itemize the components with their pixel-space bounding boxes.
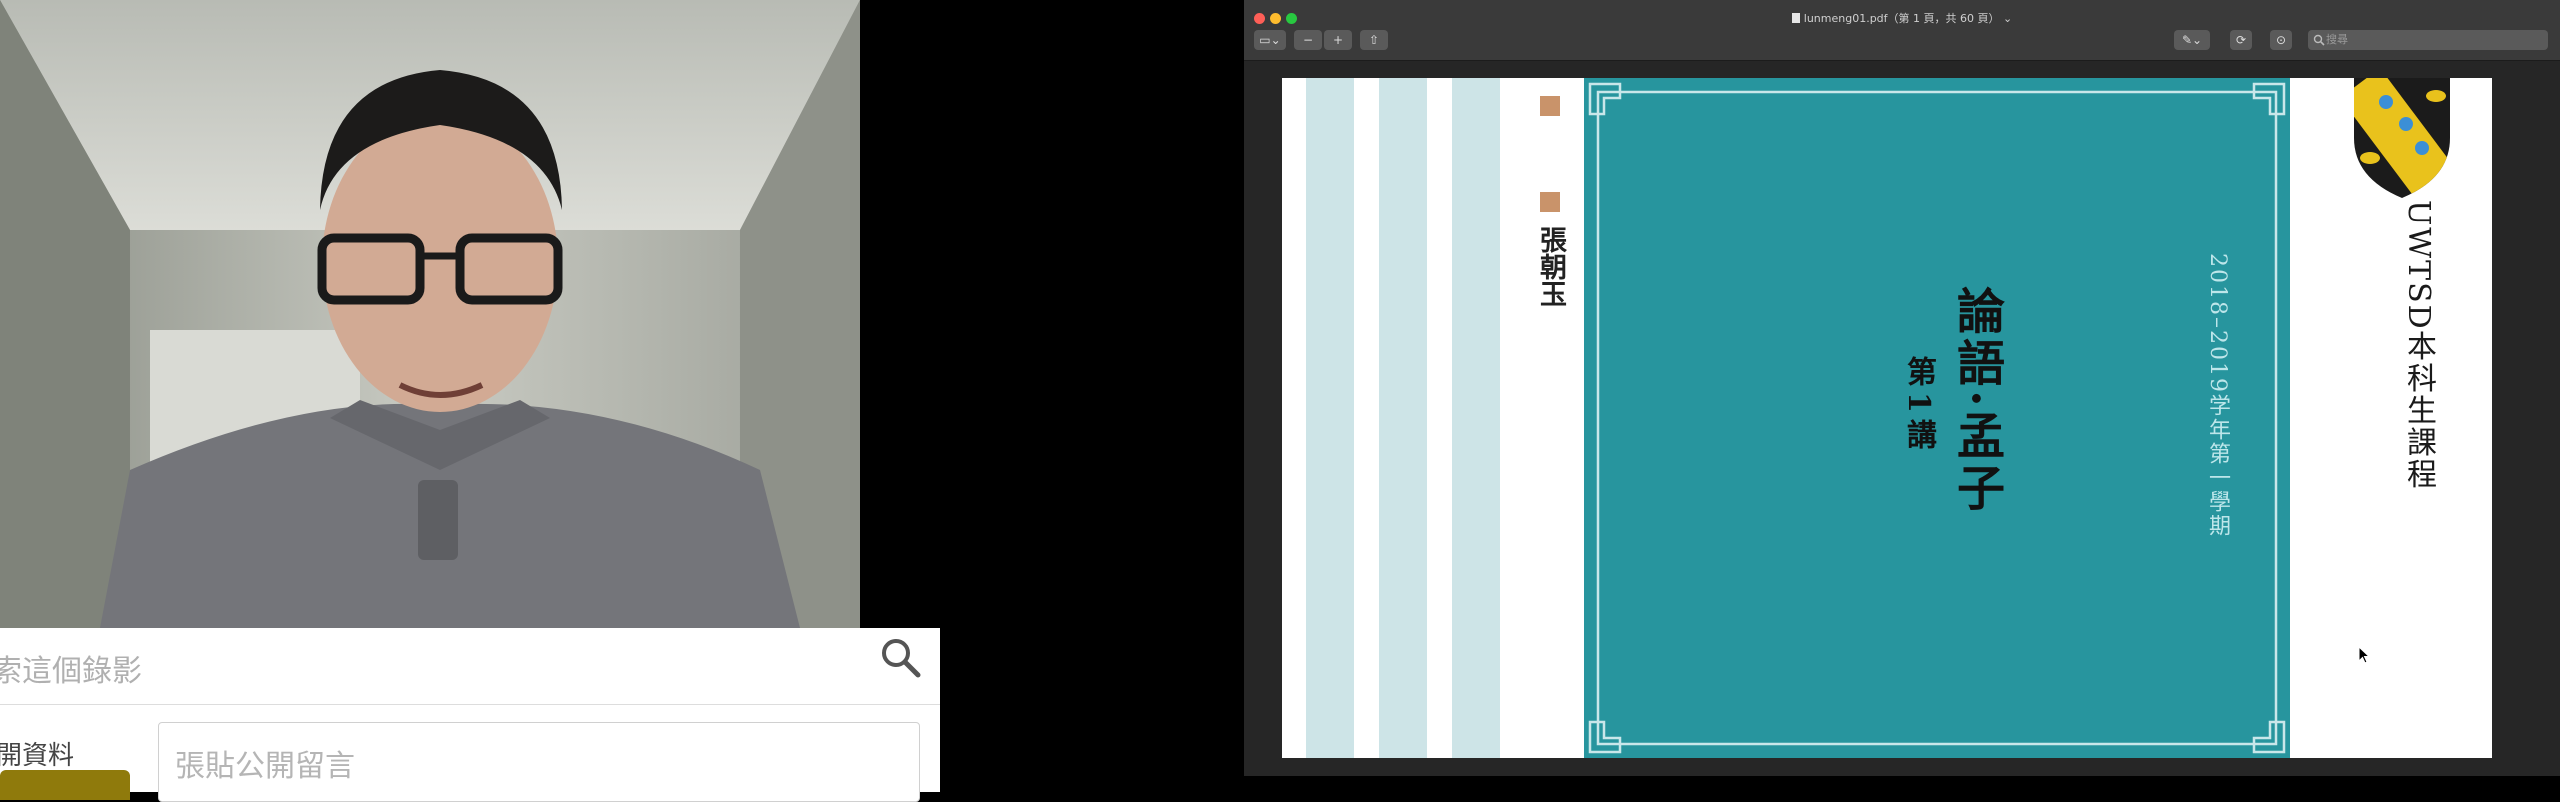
window-title-text: lunmeng01.pdf（第 1 頁，共 60 頁） (1803, 12, 2000, 25)
pdf-page[interactable]: 張朝玉 論語·孟子 第1講 2018–2019学年第一學期 UWTSD本科生課程 (1282, 78, 2492, 758)
accent-square (1540, 192, 1560, 212)
lecture-number: 第1講 (1901, 356, 1936, 455)
university-crest-icon (2354, 78, 2450, 198)
window-title[interactable]: lunmeng01.pdf（第 1 頁，共 60 頁） ⌄ (1244, 10, 2560, 26)
annotate-icon: ⊙ (2275, 33, 2287, 47)
search-icon (2313, 34, 2325, 46)
rotate-icon: ⟳ (2235, 33, 2247, 47)
academic-term: 2018–2019学年第一學期 (2205, 253, 2230, 538)
accent-square (1540, 96, 1560, 116)
presenter-image (0, 0, 940, 628)
search-placeholder: 索這個錄影 (0, 654, 142, 689)
share-icon: ⇧ (1368, 33, 1380, 47)
title-panel: 論語·孟子 第1講 2018–2019学年第一學期 (1584, 78, 2290, 758)
profile-button[interactable] (0, 770, 130, 800)
decorative-stripe (1452, 78, 1500, 758)
decorative-stripe (1306, 78, 1354, 758)
pdf-viewer-window: lunmeng01.pdf（第 1 頁，共 60 頁） ⌄ ▭⌄ − + ⇧ ✎… (1244, 0, 2560, 776)
pdf-search-input[interactable]: 搜尋 (2308, 30, 2548, 50)
markup-button[interactable]: ✎⌄ (2174, 30, 2210, 50)
sidebar-icon: ▭⌄ (1259, 33, 1281, 47)
mouse-cursor-icon (2358, 646, 2370, 664)
zoom-in-button[interactable]: + (1324, 30, 1352, 50)
search-bar[interactable]: 索這個錄影 (0, 628, 940, 705)
zoom-out-button[interactable]: − (1294, 30, 1322, 50)
sidebar-toggle-button[interactable]: ▭⌄ (1254, 30, 1286, 50)
rotate-button[interactable]: ⟳ (2230, 30, 2252, 50)
title-bar: lunmeng01.pdf（第 1 頁，共 60 頁） ⌄ ▭⌄ − + ⇧ ✎… (1244, 0, 2560, 61)
decorative-stripe (1379, 78, 1427, 758)
zoom-out-icon: − (1302, 33, 1314, 47)
share-button[interactable]: ⇧ (1360, 30, 1388, 50)
chevron-down-icon: ⌄ (2003, 12, 2013, 25)
webcam-video[interactable] (0, 0, 940, 628)
search-icon[interactable] (878, 636, 922, 680)
annotate-button[interactable]: ⊙ (2270, 30, 2292, 50)
course-title: 論語·孟子 (1948, 286, 2004, 515)
zoom-in-icon: + (1332, 33, 1344, 47)
author-name: 張朝玉 (1535, 226, 1566, 307)
institution-label: UWTSD本科生課程 (2401, 200, 2436, 491)
profile-label: 開資料 (0, 741, 75, 771)
comment-input[interactable]: 張貼公開留言 (158, 722, 920, 802)
document-icon (1791, 13, 1800, 23)
pen-icon: ✎⌄ (2181, 33, 2203, 47)
video-panel: 索這個錄影 開資料 張貼公開留言 (0, 0, 940, 802)
